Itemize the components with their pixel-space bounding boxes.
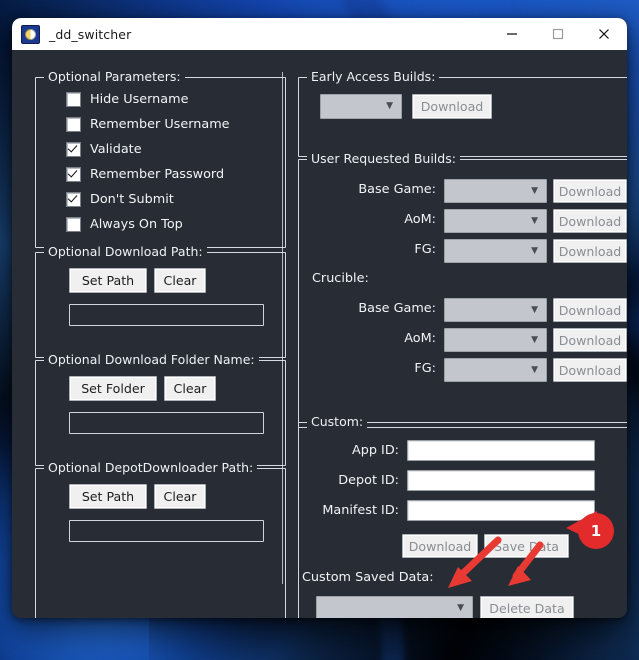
checkbox-row-always-on-top[interactable]: Always On Top bbox=[66, 217, 183, 232]
chevron-down-icon: ▼ bbox=[531, 245, 538, 256]
group-early-access-builds: Early Access Builds: ▼ Download bbox=[298, 69, 627, 157]
checkbox-label-dont-submit: Don't Submit bbox=[90, 192, 174, 207]
manifest-id-input[interactable] bbox=[407, 500, 595, 521]
set-depotdownloader-path-button[interactable]: Set Path bbox=[69, 484, 147, 509]
clear-download-folder-button[interactable]: Clear bbox=[164, 376, 216, 401]
user-requested-fg-download-button[interactable]: Download bbox=[553, 239, 627, 263]
user-requested-base-game-combo[interactable]: ▼ bbox=[444, 179, 547, 203]
title-bar: _dd_switcher bbox=[12, 18, 627, 50]
checkbox-label-hide-username: Hide Username bbox=[90, 92, 189, 107]
early-access-build-combo[interactable]: ▼ bbox=[320, 94, 402, 119]
label-crucible-base-game: Base Game: bbox=[358, 301, 436, 316]
checkbox-remember-password[interactable] bbox=[66, 167, 81, 182]
user-requested-aom-download-button[interactable]: Download bbox=[553, 209, 627, 233]
set-folder-button[interactable]: Set Folder bbox=[69, 376, 157, 401]
group-optional-depotdownloader-path: Optional DepotDownloader Path: Set Path … bbox=[35, 460, 286, 618]
window-title: _dd_switcher bbox=[49, 26, 132, 42]
delete-data-button[interactable]: Delete Data bbox=[480, 596, 574, 618]
checkbox-row-dont-submit[interactable]: Don't Submit bbox=[66, 192, 174, 207]
checkbox-label-always-on-top: Always On Top bbox=[90, 217, 183, 232]
chevron-down-icon: ▼ bbox=[531, 304, 538, 315]
save-data-button[interactable]: Save Data bbox=[484, 534, 569, 558]
crucible-aom-download-button[interactable]: Download bbox=[553, 328, 627, 352]
label-crucible-aom: AoM: bbox=[404, 331, 436, 346]
group-optional-parameters: Optional Parameters: Hide Username Remem… bbox=[35, 69, 286, 248]
checkbox-always-on-top[interactable] bbox=[66, 217, 81, 232]
group-optional-download-path: Optional Download Path: Set Path Clear bbox=[35, 244, 286, 358]
crucible-aom-combo[interactable]: ▼ bbox=[444, 328, 547, 352]
group-label-user-requested-builds: User Requested Builds: bbox=[307, 151, 460, 166]
app-id-input[interactable] bbox=[407, 440, 595, 461]
crucible-base-game-download-button[interactable]: Download bbox=[553, 298, 627, 322]
download-folder-name-input[interactable] bbox=[69, 412, 264, 434]
early-access-download-button[interactable]: Download bbox=[412, 94, 492, 119]
clear-download-path-button[interactable]: Clear bbox=[154, 268, 206, 293]
crucible-fg-download-button[interactable]: Download bbox=[553, 358, 627, 382]
group-custom: Custom: App ID: Depot ID: Manifest ID: D… bbox=[298, 414, 627, 618]
download-path-input[interactable] bbox=[69, 304, 264, 326]
group-label-optional-download-path: Optional Download Path: bbox=[44, 244, 207, 259]
chevron-down-icon: ▼ bbox=[531, 185, 538, 196]
checkbox-label-validate: Validate bbox=[90, 142, 142, 157]
app-icon bbox=[21, 24, 40, 44]
custom-saved-data-combo[interactable]: ▼ bbox=[316, 596, 473, 618]
label-crucible-fg: FG: bbox=[414, 361, 436, 376]
window-client-area: Optional Parameters: Hide Username Remem… bbox=[12, 50, 627, 618]
checkbox-validate[interactable] bbox=[66, 142, 81, 157]
chevron-down-icon: ▼ bbox=[457, 603, 464, 613]
close-button[interactable] bbox=[581, 18, 627, 50]
checkbox-dont-submit[interactable] bbox=[66, 192, 81, 207]
crucible-base-game-combo[interactable]: ▼ bbox=[444, 298, 547, 322]
group-label-early-access-builds: Early Access Builds: bbox=[307, 69, 440, 84]
crucible-fg-combo[interactable]: ▼ bbox=[444, 358, 547, 382]
minimize-button[interactable] bbox=[489, 18, 535, 50]
maximize-button[interactable] bbox=[535, 18, 581, 50]
group-label-optional-parameters: Optional Parameters: bbox=[44, 69, 185, 84]
clear-depotdownloader-path-button[interactable]: Clear bbox=[154, 484, 206, 509]
label-manifest-id: Manifest ID: bbox=[322, 503, 399, 518]
group-label-custom: Custom: bbox=[307, 414, 368, 429]
group-user-requested-builds: User Requested Builds: Base Game: ▼ Down… bbox=[298, 151, 627, 428]
checkbox-row-hide-username[interactable]: Hide Username bbox=[66, 92, 188, 107]
depot-id-input[interactable] bbox=[407, 470, 595, 491]
checkbox-remember-username[interactable] bbox=[66, 117, 81, 132]
label-base-game: Base Game: bbox=[358, 182, 436, 197]
app-window: _dd_switcher Optional Parameters: Hide U… bbox=[12, 18, 627, 618]
checkbox-row-remember-username[interactable]: Remember Username bbox=[66, 117, 230, 132]
depotdownloader-path-input[interactable] bbox=[69, 520, 264, 542]
user-requested-base-game-download-button[interactable]: Download bbox=[553, 179, 627, 203]
label-crucible: Crucible: bbox=[312, 271, 369, 286]
user-requested-fg-combo[interactable]: ▼ bbox=[444, 239, 547, 263]
group-optional-download-folder-name: Optional Download Folder Name: Set Folde… bbox=[35, 352, 286, 466]
checkbox-label-remember-username: Remember Username bbox=[90, 117, 230, 132]
checkbox-hide-username[interactable] bbox=[66, 92, 81, 107]
checkbox-label-remember-password: Remember Password bbox=[90, 167, 225, 182]
group-label-optional-depotdownloader-path: Optional DepotDownloader Path: bbox=[44, 460, 258, 475]
set-path-button[interactable]: Set Path bbox=[69, 268, 147, 293]
chevron-down-icon: ▼ bbox=[531, 334, 538, 345]
label-aom: AoM: bbox=[404, 212, 436, 227]
label-depot-id: Depot ID: bbox=[338, 473, 399, 488]
custom-download-button[interactable]: Download bbox=[402, 534, 478, 558]
chevron-down-icon: ▼ bbox=[531, 215, 538, 226]
label-app-id: App ID: bbox=[351, 443, 399, 458]
label-custom-saved-data: Custom Saved Data: bbox=[302, 570, 434, 585]
user-requested-aom-combo[interactable]: ▼ bbox=[444, 209, 547, 233]
chevron-down-icon: ▼ bbox=[386, 101, 393, 111]
group-label-optional-download-folder-name: Optional Download Folder Name: bbox=[44, 352, 259, 367]
label-fg: FG: bbox=[414, 242, 436, 257]
checkbox-row-validate[interactable]: Validate bbox=[66, 142, 142, 157]
checkbox-row-remember-password[interactable]: Remember Password bbox=[66, 167, 224, 182]
chevron-down-icon: ▼ bbox=[531, 364, 538, 375]
